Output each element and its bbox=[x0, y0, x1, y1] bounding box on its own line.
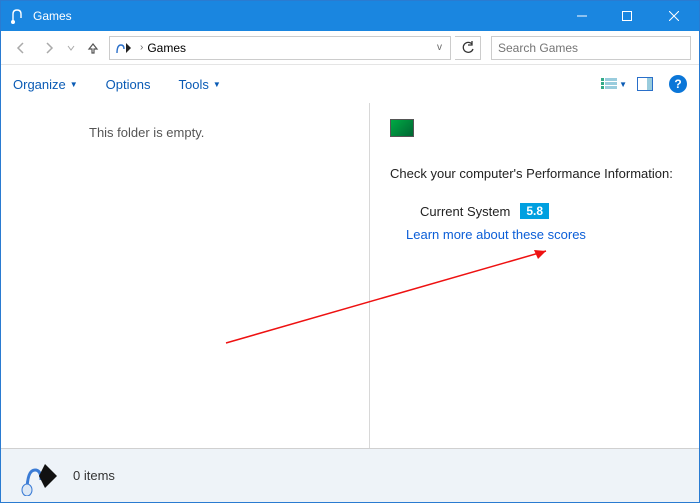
performance-info-label: Check your computer's Performance Inform… bbox=[390, 165, 679, 183]
empty-folder-message: This folder is empty. bbox=[89, 125, 351, 140]
score-row: Current System 5.8 bbox=[420, 203, 679, 219]
forward-button[interactable] bbox=[37, 36, 61, 60]
score-value-badge: 5.8 bbox=[520, 203, 549, 219]
back-button[interactable] bbox=[9, 36, 33, 60]
preview-pane-button[interactable] bbox=[637, 77, 653, 91]
change-view-button[interactable]: ▼ bbox=[601, 77, 627, 91]
preview-pane-icon bbox=[637, 77, 653, 91]
organize-menu[interactable]: Organize▼ bbox=[13, 77, 78, 92]
address-bar[interactable]: › Games v bbox=[109, 36, 451, 60]
search-box[interactable] bbox=[491, 36, 691, 60]
address-dropdown-icon[interactable]: v bbox=[433, 42, 446, 53]
preview-pane: Check your computer's Performance Inform… bbox=[369, 103, 699, 448]
recent-dropdown[interactable] bbox=[65, 36, 77, 60]
folder-view[interactable]: This folder is empty. bbox=[1, 103, 369, 448]
breadcrumb-item[interactable]: Games bbox=[147, 41, 186, 55]
up-button[interactable] bbox=[81, 36, 105, 60]
maximize-button[interactable] bbox=[604, 1, 649, 31]
options-menu[interactable]: Options bbox=[106, 77, 151, 92]
games-large-icon bbox=[17, 456, 57, 496]
window-title: Games bbox=[33, 9, 72, 23]
status-bar: 0 items bbox=[1, 448, 699, 502]
tools-menu[interactable]: Tools▼ bbox=[178, 77, 220, 92]
nav-row: › Games v bbox=[1, 31, 699, 65]
score-label: Current System bbox=[420, 204, 510, 219]
games-breadcrumb-icon bbox=[114, 40, 132, 56]
view-icon bbox=[601, 77, 617, 91]
close-button[interactable] bbox=[649, 1, 699, 31]
search-input[interactable] bbox=[492, 41, 690, 55]
command-bar: Organize▼ Options Tools▼ ▼ ? bbox=[1, 65, 699, 103]
preview-thumbnail bbox=[390, 119, 414, 137]
content-area: This folder is empty. Check your compute… bbox=[1, 103, 699, 448]
titlebar: Games bbox=[1, 1, 699, 31]
item-count: 0 items bbox=[73, 468, 115, 483]
refresh-button[interactable] bbox=[455, 36, 481, 60]
chevron-right-icon: › bbox=[140, 42, 143, 53]
learn-more-link[interactable]: Learn more about these scores bbox=[406, 227, 679, 242]
help-button[interactable]: ? bbox=[669, 75, 687, 93]
minimize-button[interactable] bbox=[559, 1, 604, 31]
explorer-window: Games › Games bbox=[0, 0, 700, 503]
games-title-icon bbox=[9, 8, 25, 24]
